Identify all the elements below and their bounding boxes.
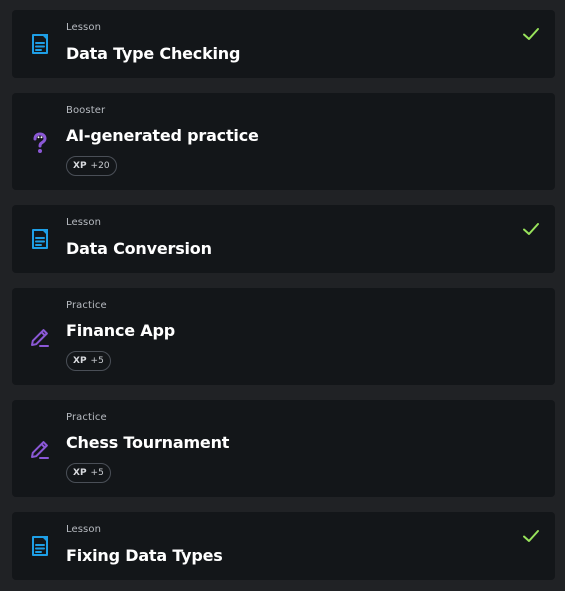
document-icon: [32, 229, 48, 249]
xp-badge: XP +5: [66, 351, 111, 371]
item-type-label: Lesson: [66, 217, 102, 228]
pencil-icon: [31, 329, 49, 347]
item-title: Data Conversion: [66, 239, 212, 258]
question-mark-icon: [33, 132, 47, 153]
xp-label: XP: [73, 468, 87, 478]
course-item-finance-app[interactable]: Practice Finance App XP +5: [12, 288, 555, 385]
check-icon: [523, 223, 539, 235]
xp-badge: XP +5: [66, 463, 111, 483]
check-icon: [523, 530, 539, 542]
course-item-data-type-checking[interactable]: Lesson Data Type Checking: [12, 10, 555, 78]
item-type-label: Booster: [66, 105, 106, 116]
course-item-list: Lesson Data Type Checking Booster AI-gen…: [0, 0, 565, 591]
item-type-label: Lesson: [66, 524, 102, 535]
item-title: Fixing Data Types: [66, 546, 223, 565]
xp-value: +20: [90, 161, 110, 171]
item-type-label: Practice: [66, 412, 107, 423]
item-type-label: Practice: [66, 300, 107, 311]
xp-value: +5: [90, 468, 104, 478]
item-title: Chess Tournament: [66, 433, 230, 452]
item-title: AI-generated practice: [66, 126, 259, 145]
pencil-icon: [31, 441, 49, 459]
course-item-fixing-data-types[interactable]: Lesson Fixing Data Types: [12, 512, 555, 580]
xp-label: XP: [73, 356, 87, 366]
document-icon: [32, 536, 48, 556]
xp-label: XP: [73, 161, 87, 171]
course-item-chess-tournament[interactable]: Practice Chess Tournament XP +5: [12, 400, 555, 497]
check-icon: [523, 28, 539, 40]
document-icon: [32, 34, 48, 54]
course-item-ai-generated-practice[interactable]: Booster AI-generated practice XP +20: [12, 93, 555, 190]
xp-value: +5: [90, 356, 104, 366]
item-type-label: Lesson: [66, 22, 102, 33]
course-item-data-conversion[interactable]: Lesson Data Conversion: [12, 205, 555, 273]
xp-badge: XP +20: [66, 156, 117, 176]
item-title: Finance App: [66, 321, 175, 340]
item-title: Data Type Checking: [66, 44, 241, 63]
